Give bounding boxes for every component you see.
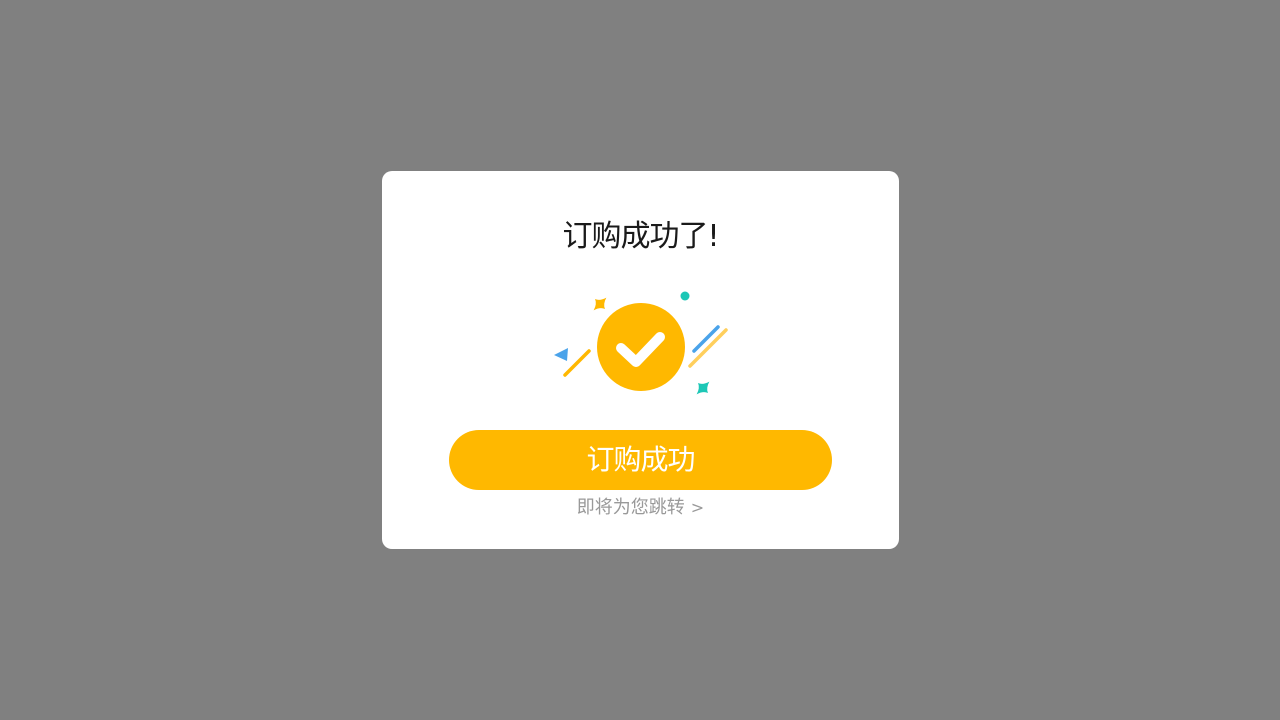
redirect-text: 即将为您跳转	[576, 497, 685, 518]
dialog-title: 订购成功了!	[562, 219, 719, 254]
redirect-link[interactable]: 即将为您跳转 >	[382, 494, 899, 522]
chevron-right-icon: >	[690, 498, 705, 517]
order-success-button[interactable]: 订购成功	[449, 430, 832, 490]
check-circle-celebration-icon	[552, 287, 732, 402]
order-success-dialog: 订购成功了! 订购成功 即将为您跳转 >	[382, 171, 899, 549]
